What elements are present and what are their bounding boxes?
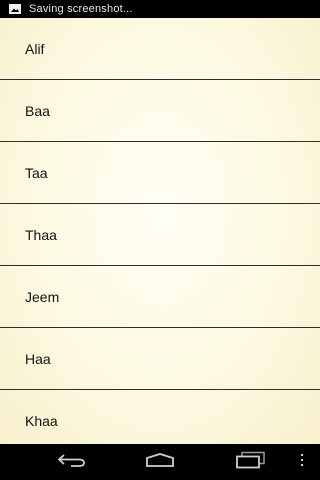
list-item-label: Haa [25, 350, 51, 367]
list-item-label: Taa [25, 164, 48, 181]
home-icon [144, 452, 176, 473]
letter-list[interactable]: Alif Baa Taa Thaa Jeem Haa Khaa [0, 18, 320, 444]
list-item-label: Thaa [25, 226, 57, 243]
list-item-alif[interactable]: Alif [0, 18, 320, 80]
navigation-bar [0, 444, 320, 480]
list-item-taa[interactable]: Taa [0, 142, 320, 204]
list-item-label: Alif [25, 40, 45, 57]
list-item-thaa[interactable]: Thaa [0, 204, 320, 266]
overflow-menu-button[interactable] [294, 444, 310, 480]
back-arrow-icon [57, 452, 87, 473]
status-notification-text: Saving screenshot... [29, 3, 133, 15]
list-item-baa[interactable]: Baa [0, 80, 320, 142]
list-item-khaa[interactable]: Khaa [0, 390, 320, 444]
list-item-jeem[interactable]: Jeem [0, 266, 320, 328]
back-button[interactable] [52, 444, 92, 480]
home-button[interactable] [140, 444, 180, 480]
list-item-label: Jeem [25, 288, 60, 305]
list-item-label: Baa [25, 102, 50, 119]
status-bar: Saving screenshot... [0, 0, 320, 18]
recent-apps-icon [234, 451, 266, 474]
list-item-label: Khaa [25, 412, 58, 429]
recent-apps-button[interactable] [230, 444, 270, 480]
list-item-haa[interactable]: Haa [0, 328, 320, 390]
overflow-menu-icon [300, 453, 304, 472]
image-icon [9, 4, 21, 14]
